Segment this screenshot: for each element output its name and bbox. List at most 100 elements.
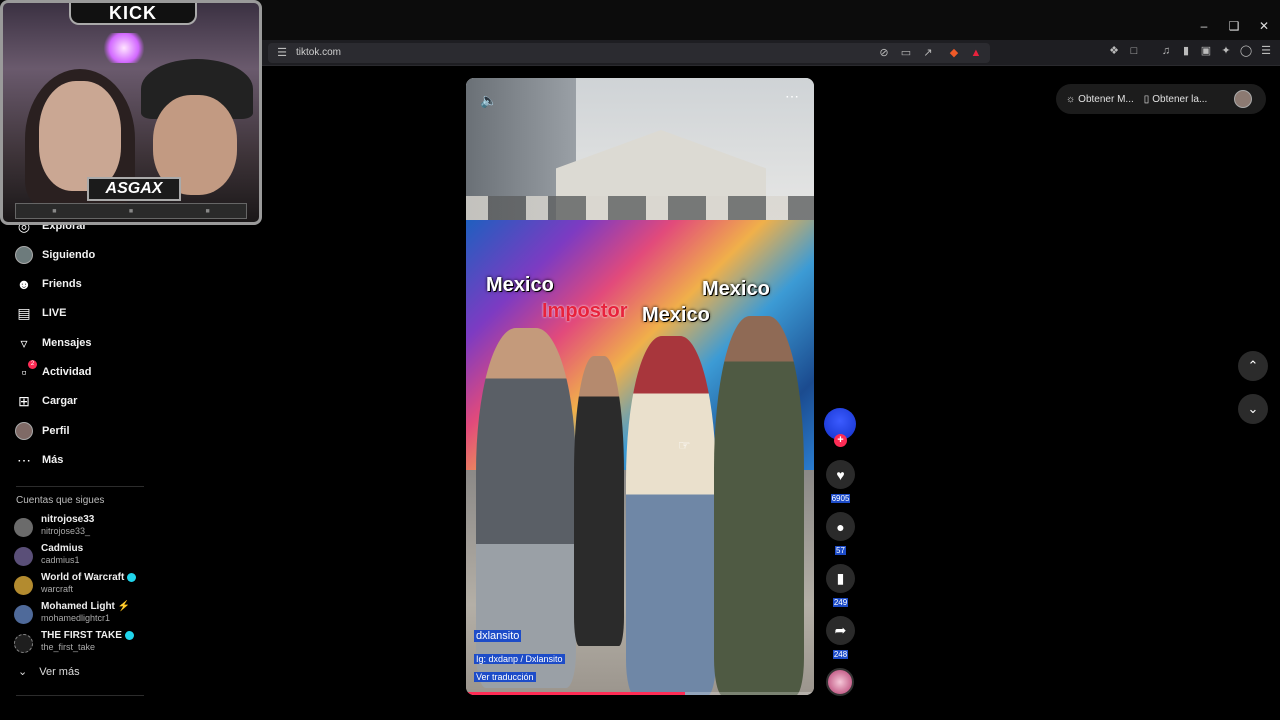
see-more-link[interactable]: ⌄ Ver más — [18, 665, 80, 679]
pill-label: Obtener la... — [1152, 93, 1208, 105]
following-section-title: Cuentas que sigues — [16, 495, 105, 506]
pill-label: Obtener M... — [1078, 93, 1134, 105]
shield-icon[interactable]: ◆ — [946, 45, 962, 61]
more-icon: ⋯ — [17, 451, 31, 468]
like-button[interactable]: ♥ — [826, 460, 855, 489]
address-bar[interactable]: ☰ tiktok.com ⊘ ▭ ↗ ◆ ▲ — [268, 43, 990, 63]
video-caption: Mexico — [642, 304, 710, 326]
webcam-overlay: KICK ASGAX ■ ■ ■ — [0, 0, 262, 225]
mute-icon[interactable]: ⊘ — [876, 45, 892, 61]
video-scene — [466, 196, 814, 222]
extensions-icon[interactable]: ❖ — [1106, 43, 1122, 59]
cast-icon[interactable]: ▭ — [898, 45, 914, 61]
video-person — [714, 316, 804, 695]
share-arrow-icon: ➦ — [834, 622, 847, 638]
video-player[interactable]: Mexico Impostor Mexico Mexico 🔈 ⋯ dxlans… — [466, 78, 814, 695]
get-app-pill: ☼ Obtener M... ▯ Obtener la... — [1056, 84, 1266, 114]
sidebar-item-mas[interactable]: ⋯ Más — [14, 449, 63, 471]
restore-button[interactable]: ❑ — [1222, 14, 1246, 38]
following-avatar — [14, 245, 34, 265]
sidebar-item-siguiendo[interactable]: Siguiendo — [14, 244, 95, 266]
account-handle: cadmius1 — [41, 555, 80, 565]
chevron-down-icon: ⌄ — [1247, 401, 1259, 416]
notification-badge: 2 — [28, 360, 37, 369]
rewards-icon[interactable]: ▲ — [968, 45, 984, 61]
webcam-person — [39, 81, 121, 191]
video-person — [626, 336, 716, 695]
upload-icon: ⊞ — [18, 392, 30, 409]
comment-button[interactable]: ● — [826, 512, 855, 541]
following-account[interactable]: nitrojose33 nitrojose33_ — [14, 514, 164, 540]
translate-link[interactable]: Ver traducción — [474, 672, 536, 682]
video-author[interactable]: dxlansito — [474, 630, 522, 642]
save-count: 249 — [832, 598, 849, 607]
following-account[interactable]: Cadmius cadmius1 — [14, 543, 164, 569]
video-caption: Mexico — [702, 278, 770, 300]
avatar — [14, 547, 33, 566]
share-icon[interactable]: ↗ — [920, 45, 936, 61]
following-account[interactable]: World of Warcraft warcraft — [14, 572, 164, 598]
sidebar-item-actividad[interactable]: ▫ 2 Actividad — [14, 360, 92, 383]
like-count: 6905 — [830, 494, 851, 503]
sidebar-item-label: LIVE — [42, 307, 67, 319]
save-button[interactable]: ▮ — [826, 564, 855, 593]
wallet-icon[interactable]: ▣ — [1198, 43, 1214, 59]
close-button[interactable]: ✕ — [1252, 14, 1276, 38]
account-handle: the_first_take — [41, 642, 96, 652]
heart-icon: ♥ — [836, 466, 845, 483]
video-person — [574, 356, 624, 646]
account-name: Cadmius — [41, 543, 84, 554]
sidebar-item-label: Siguiendo — [42, 249, 96, 261]
sidebar-item-perfil[interactable]: Perfil — [14, 420, 70, 442]
video-caption: Impostor — [542, 300, 628, 322]
more-options-icon[interactable]: ⋯ — [785, 88, 800, 105]
divider — [16, 695, 144, 696]
minimize-button[interactable]: – — [1192, 14, 1216, 38]
share-count: 248 — [832, 650, 849, 659]
comment-icon: ● — [836, 518, 845, 535]
get-coins-button[interactable]: ☼ Obtener M... — [1066, 94, 1134, 105]
sidebar-icon[interactable]: ▮ — [1178, 43, 1194, 59]
platform-label: KICK — [69, 3, 197, 25]
following-account[interactable]: THE FIRST TAKE the_first_take — [14, 630, 164, 656]
verified-icon — [124, 630, 134, 640]
next-video-button[interactable]: ⌄ — [1238, 394, 1268, 424]
previous-video-button[interactable]: ⌃ — [1238, 351, 1268, 381]
share-button[interactable]: ➦ — [826, 616, 855, 645]
sidebar-item-mensajes[interactable]: ▿ Mensajes — [14, 332, 91, 354]
volume-icon[interactable]: 🔈 — [480, 92, 497, 109]
video-caption: Mexico — [486, 274, 554, 296]
music-disc[interactable] — [826, 668, 854, 696]
user-avatar[interactable] — [1234, 90, 1252, 108]
ai-icon[interactable]: ✦ — [1218, 43, 1234, 59]
video-progress[interactable] — [466, 692, 814, 695]
divider — [16, 486, 144, 487]
activity-icon: ▫ 2 — [14, 360, 37, 382]
account-handle: nitrojose33_ — [41, 526, 91, 536]
vpn-icon[interactable]: ◯ — [1238, 43, 1254, 59]
webcam-footer: ■ ■ ■ — [15, 203, 247, 219]
get-app-button[interactable]: ▯ Obtener la... — [1144, 94, 1208, 105]
avatar — [14, 634, 33, 653]
menu-icon[interactable]: ☰ — [1258, 43, 1274, 59]
sidebar-item-label: Actividad — [42, 366, 92, 378]
tab-search-icon[interactable]: □ — [1126, 43, 1142, 59]
avatar — [14, 576, 33, 595]
video-description: Ig: dxdanp / Dxlansito — [474, 654, 565, 664]
phone-icon: ▯ — [1143, 93, 1150, 105]
friends-icon: ☻ — [16, 276, 32, 292]
see-more-label: Ver más — [39, 665, 80, 678]
sidebar-item-friends[interactable]: ☻ Friends — [14, 273, 82, 295]
account-name: World of Warcraft — [41, 572, 137, 583]
sidebar-item-cargar[interactable]: ⊞ Cargar — [14, 390, 77, 412]
following-account[interactable]: Mohamed Light ⚡ mohamedlightcr1 — [14, 601, 164, 627]
follow-plus-button[interactable]: + — [834, 434, 847, 447]
send-icon: ▿ — [20, 334, 28, 351]
chevron-down-icon: ⌄ — [18, 666, 28, 678]
sidebar-item-label: Cargar — [42, 395, 78, 407]
site-settings-icon[interactable]: ☰ — [274, 45, 290, 61]
url-text: tiktok.com — [296, 47, 342, 58]
sidebar-item-live[interactable]: ▤ LIVE — [14, 302, 66, 324]
account-name: THE FIRST TAKE — [41, 630, 134, 641]
music-icon[interactable]: ♫ — [1158, 43, 1174, 59]
